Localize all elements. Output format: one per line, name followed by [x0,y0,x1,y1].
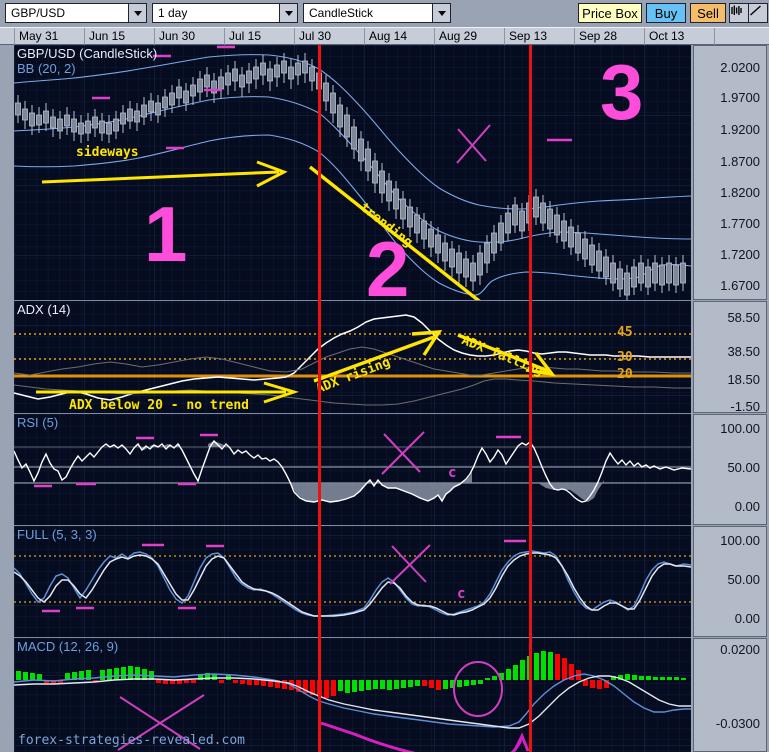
rsi-axis-label: 0.00 [735,499,760,514]
phase-1-label: 1 [144,195,187,273]
chevron-down-icon[interactable] [279,4,297,22]
adx-panel[interactable]: ADX (14) 45 30 20 ADX below 20 - no tren… [14,301,691,413]
macd-axis-box: 0.0200 -0.0300 [693,638,767,752]
bb-indicator-label: BB (20, 2) [17,61,76,76]
full-axis-label: 100.00 [720,533,760,548]
full-panel-title: FULL (5, 3, 3) [17,527,97,542]
date-tick: Jul 30 [294,28,364,45]
phase-2-label: 2 [366,230,409,300]
panel-divider [14,300,691,301]
sell-button[interactable]: Sell [690,3,726,23]
price-panel-title: GBP/USD (CandleStick) [17,46,157,61]
adx-level-45: 45 [617,325,633,340]
left-gutter [0,45,14,752]
date-tick: Oct 13 [644,28,714,45]
phase-3-label: 3 [600,53,643,131]
charttype-select[interactable]: CandleStick [303,3,451,23]
adx-axis-label: -1.50 [730,399,760,414]
magenta-x-price [457,125,490,163]
panel-divider [14,413,691,414]
rsi-panel-title: RSI (5) [17,415,58,430]
price-axis-label: 1.7200 [720,247,760,262]
price-panel[interactable]: GBP/USD (CandleStick) BB (20, 2) sideway… [14,45,691,300]
plot-area[interactable]: GBP/USD (CandleStick) BB (20, 2) sideway… [14,45,691,752]
macd-panel[interactable]: MACD (12, 26, 9) forex-strategies-reveal… [14,638,691,752]
chevron-down-icon[interactable] [432,4,450,22]
price-axis-label: 1.8200 [720,185,760,200]
buy-button[interactable]: Buy [646,3,686,23]
price-axis-label: 1.7700 [720,216,760,231]
date-tick: Sep 13 [504,28,574,45]
full-series [14,526,691,637]
symbol-select[interactable]: GBP/USD [5,3,147,23]
adx-level-20: 20 [617,367,633,382]
date-tick-empty [714,28,769,45]
macd-axis-label: 0.0200 [720,642,760,657]
vertical-marker-line [529,45,532,752]
magenta-x-rsi [382,432,424,474]
date-axis: May 31 Jun 15 Jun 30 Jul 15 Jul 30 Aug 1… [0,27,769,45]
rsi-axis-label: 100.00 [720,421,760,436]
charttype-value: CandleStick [304,4,432,22]
price-axis-label: 2.0200 [720,60,760,75]
price-series [14,45,691,300]
full-c-marker: c [457,586,465,602]
price-axis-label: 1.6700 [720,278,760,293]
full-axis-label: 50.00 [727,572,760,587]
chevron-down-icon[interactable] [128,4,146,22]
rsi-panel[interactable]: RSI (5) c [14,414,691,525]
toolbar: GBP/USD 1 day CandleStick Price Box Buy … [0,0,769,28]
candlestick-icon[interactable] [729,3,749,23]
symbol-value: GBP/USD [6,4,128,22]
full-panel[interactable]: FULL (5, 3, 3) c [14,526,691,637]
rsi-series [14,414,691,525]
date-tick: Sep 28 [574,28,644,45]
adx-panel-title: ADX (14) [17,302,70,317]
rsi-axis-box: 100.00 50.00 0.00 [693,414,767,525]
price-axis-label: 1.9700 [720,90,760,105]
adx-axis-label: 38.50 [727,344,760,359]
rsi-axis-label: 50.00 [727,460,760,475]
macd-panel-title: MACD (12, 26, 9) [17,639,118,654]
macd-axis-label: -0.0300 [716,716,760,731]
line-icon[interactable] [748,3,768,23]
candlesticks [16,53,686,300]
price-axis-label: 1.9200 [720,122,760,137]
date-tick: Aug 29 [434,28,504,45]
adx-axis-label: 18.50 [727,372,760,387]
period-value: 1 day [153,4,279,22]
adx-series [14,301,691,413]
right-axis: 2.0200 1.9700 1.9200 1.8700 1.8200 1.770… [691,45,769,752]
date-tick: Jun 15 [84,28,154,45]
price-axis-label: 1.8700 [720,154,760,169]
magenta-circle-macd [454,662,502,716]
full-axis-label: 0.00 [735,611,760,626]
period-select[interactable]: 1 day [152,3,298,23]
watermark: forex-strategies-revealed.com [18,733,245,748]
chart-body: GBP/USD (CandleStick) BB (20, 2) sideway… [0,45,769,752]
adx-axis-label: 58.50 [727,310,760,325]
date-tick: May 31 [14,28,84,45]
price-axis-box: 2.0200 1.9700 1.9200 1.8700 1.8200 1.770… [693,45,767,300]
adx-level-30: 30 [617,350,633,365]
sideways-label: sideways [76,145,139,160]
date-tick: Jul 15 [224,28,294,45]
trending-arrow [310,167,517,300]
adx-no-trend-label: ADX below 20 - no trend [69,398,249,413]
panel-divider [14,637,691,638]
trading-chart-window: GBP/USD 1 day CandleStick Price Box Buy … [0,0,769,752]
date-tick: Jun 30 [154,28,224,45]
price-box-button[interactable]: Price Box [578,3,642,23]
date-tick: Aug 14 [364,28,434,45]
rsi-c-marker: c [448,465,456,481]
adx-axis-box: 58.50 38.50 18.50 -1.50 [693,301,767,413]
magenta-x-full [390,545,430,584]
full-axis-box: 100.00 50.00 0.00 [693,526,767,637]
panel-divider [14,525,691,526]
vertical-marker-line [318,45,321,752]
